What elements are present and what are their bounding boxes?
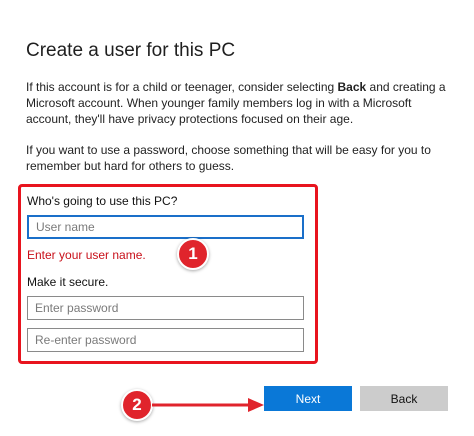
next-button[interactable]: Next <box>264 386 352 411</box>
user-question-label: Who's going to use this PC? <box>27 194 178 208</box>
step-marker-1: 1 <box>177 238 209 270</box>
reenter-password-input[interactable] <box>27 328 304 352</box>
back-button[interactable]: Back <box>360 386 448 411</box>
make-secure-label: Make it secure. <box>27 275 109 289</box>
page-title: Create a user for this PC <box>26 40 236 61</box>
back-emphasis: Back <box>337 80 367 94</box>
username-input[interactable] <box>27 215 304 239</box>
username-error-message: Enter your user name. <box>27 248 146 262</box>
step-marker-2: 2 <box>121 389 153 421</box>
child-account-paragraph: If this account is for a child or teenag… <box>26 79 456 127</box>
pointer-arrow-icon <box>152 398 264 412</box>
child-text-before: If this account is for a child or teenag… <box>26 80 338 94</box>
password-input[interactable] <box>27 296 304 320</box>
password-advice-paragraph: If you want to use a password, choose so… <box>26 143 431 173</box>
